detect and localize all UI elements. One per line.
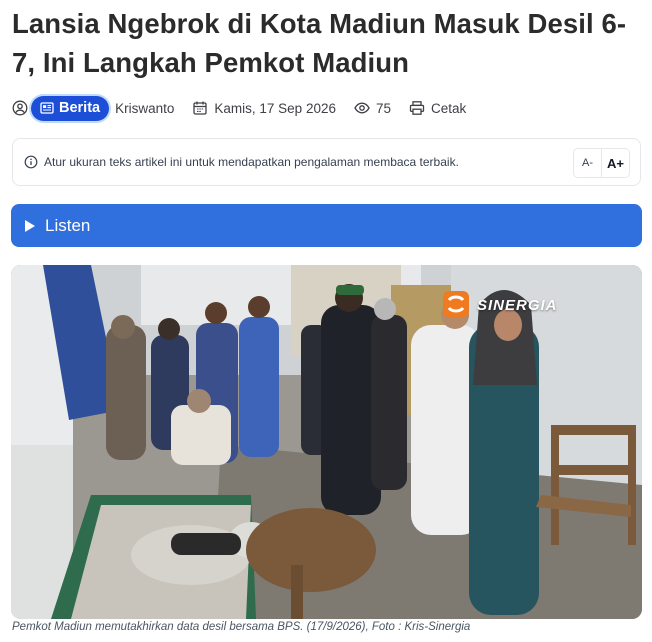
font-size-controls: A- A+ [573,148,630,178]
article-title: Lansia Ngebrok di Kota Madiun Masuk Desi… [12,8,627,78]
eye-icon [354,100,370,116]
font-size-notice: Atur ukuran teks artikel ini untuk menda… [12,138,641,186]
decrease-font-button[interactable]: A- [574,149,601,177]
print-button[interactable]: Cetak [409,100,466,116]
photo-caption: Pemkot Madiun memutakhirkan data desil b… [12,621,471,633]
user-icon [12,100,28,116]
watermark [443,291,469,317]
calendar-icon [192,100,208,116]
category-label: Berita [59,100,101,116]
print-label: Cetak [431,100,467,116]
newspaper-icon [40,102,54,114]
printer-icon [409,100,425,116]
author-name[interactable]: Kriswanto [115,101,174,116]
increase-font-button[interactable]: A+ [601,149,629,177]
watermark-text: SINERGIA [477,297,558,314]
publish-date: Kamis, 17 Sep 2026 [214,100,336,116]
listen-label: Listen [45,215,91,235]
notice-text: Atur ukuran teks artikel ini untuk menda… [44,155,459,169]
play-icon [25,219,35,232]
article-photo: SINERGIA [11,265,642,619]
article-meta: Berita Kriswanto Kamis, 17 Sep 2026 75 C… [12,95,466,121]
view-count: 75 [375,100,392,116]
category-badge[interactable]: Berita [31,95,110,121]
listen-button[interactable]: Listen [11,204,642,247]
info-icon [24,155,38,169]
